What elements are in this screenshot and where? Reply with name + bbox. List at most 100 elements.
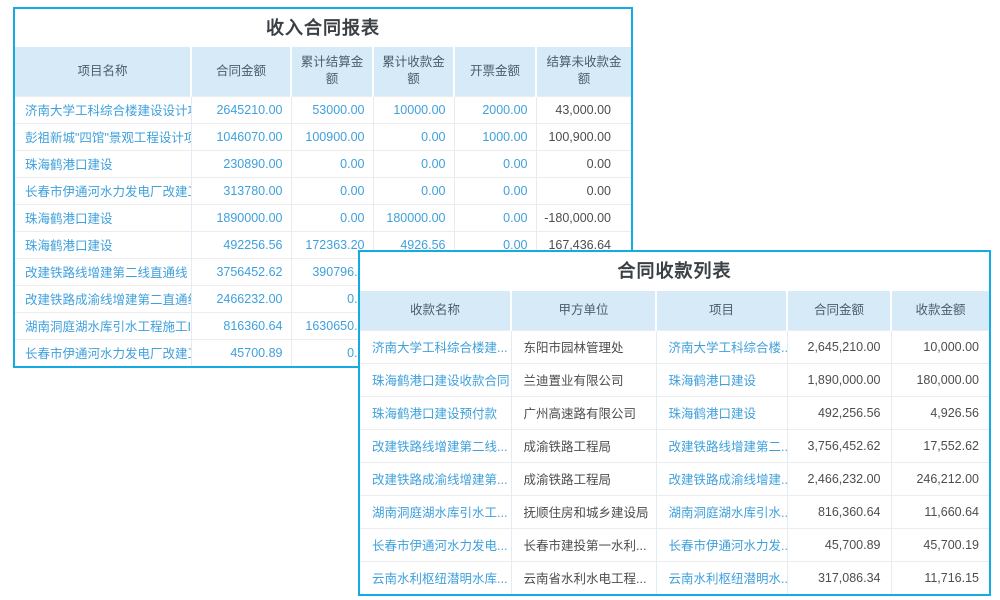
project-link[interactable]: 珠海鹤港口建设 [656, 363, 787, 396]
contract-receipt-list-card: 合同收款列表 收款名称甲方单位项目合同金额收款金额 济南大学工科综合楼建...东… [358, 250, 991, 596]
receipt-name-link[interactable]: 改建铁路成渝线增建第... [360, 462, 511, 495]
settled-amount-cell[interactable]: 0.00 [291, 150, 373, 177]
unreceived-amount-cell: 0.00 [536, 177, 631, 204]
project-name-link[interactable]: 湖南洞庭湖水库引水工程施工I标 [15, 312, 191, 339]
project-link[interactable]: 改建铁路线增建第二... [656, 429, 787, 462]
invoiced-amount-cell[interactable]: 0.00 [454, 150, 536, 177]
project-name-link[interactable]: 改建铁路成渝线增建第二直通线 [15, 285, 191, 312]
contract-amount-cell: 45,700.89 [787, 528, 891, 561]
table-row: 珠海鹤港口建设230890.000.000.000.000.00 [15, 150, 631, 177]
invoiced-amount-cell[interactable]: 0.00 [454, 177, 536, 204]
unreceived-amount-cell: -180,000.00 [536, 204, 631, 231]
receipt-name-link[interactable]: 改建铁路线增建第二线... [360, 429, 511, 462]
receipt-name-link[interactable]: 珠海鹤港口建设预付款 [360, 396, 511, 429]
project-name-link[interactable]: 珠海鹤港口建设 [15, 204, 191, 231]
receipt-amount-cell: 4,926.56 [891, 396, 989, 429]
project-link[interactable]: 湖南洞庭湖水库引水... [656, 495, 787, 528]
table-row: 珠海鹤港口建设1890000.000.00180000.000.00-180,0… [15, 204, 631, 231]
column-header: 累计收款金额 [373, 47, 454, 96]
column-header: 收款名称 [360, 291, 511, 330]
table-title: 合同收款列表 [360, 252, 989, 291]
unreceived-amount-cell: 0.00 [536, 150, 631, 177]
project-name-link[interactable]: 改建铁路线增建第二线直通线 [15, 258, 191, 285]
table-row: 改建铁路成渝线增建第...成渝铁路工程局改建铁路成渝线增建...2,466,23… [360, 462, 989, 495]
contract-amount-cell[interactable]: 1890000.00 [191, 204, 291, 231]
table-row: 珠海鹤港口建设收款合同兰迪置业有限公司珠海鹤港口建设1,890,000.0018… [360, 363, 989, 396]
column-header: 甲方单位 [511, 291, 656, 330]
party-a-unit-cell: 成渝铁路工程局 [511, 429, 656, 462]
settled-amount-cell[interactable]: 100900.00 [291, 123, 373, 150]
project-link[interactable]: 济南大学工科综合楼... [656, 330, 787, 363]
contract-amount-cell: 1,890,000.00 [787, 363, 891, 396]
invoiced-amount-cell[interactable]: 2000.00 [454, 96, 536, 123]
contract-amount-cell[interactable]: 1046070.00 [191, 123, 291, 150]
contract-amount-cell[interactable]: 2645210.00 [191, 96, 291, 123]
receipt-amount-cell: 17,552.62 [891, 429, 989, 462]
contract-amount-cell: 2,645,210.00 [787, 330, 891, 363]
column-header: 合同金额 [787, 291, 891, 330]
contract-amount-cell: 492,256.56 [787, 396, 891, 429]
project-name-link[interactable]: 济南大学工科综合楼建设设计项目 [15, 96, 191, 123]
project-link[interactable]: 改建铁路成渝线增建... [656, 462, 787, 495]
table-row: 改建铁路线增建第二线...成渝铁路工程局改建铁路线增建第二...3,756,45… [360, 429, 989, 462]
received-amount-cell[interactable]: 0.00 [373, 123, 454, 150]
table-row: 长春市伊通河水力发电...长春市建投第一水利...长春市伊通河水力发...45,… [360, 528, 989, 561]
project-name-link[interactable]: 彭祖新城"四馆"景观工程设计项目 [15, 123, 191, 150]
column-header: 合同金额 [191, 47, 291, 96]
contract-amount-cell: 2,466,232.00 [787, 462, 891, 495]
receipt-name-link[interactable]: 湖南洞庭湖水库引水工... [360, 495, 511, 528]
table-row: 珠海鹤港口建设预付款广州高速路有限公司珠海鹤港口建设492,256.564,92… [360, 396, 989, 429]
project-link[interactable]: 珠海鹤港口建设 [656, 396, 787, 429]
invoiced-amount-cell[interactable]: 1000.00 [454, 123, 536, 150]
received-amount-cell[interactable]: 0.00 [373, 150, 454, 177]
contract-amount-cell[interactable]: 230890.00 [191, 150, 291, 177]
table-row: 湖南洞庭湖水库引水工...抚顺住房和城乡建设局湖南洞庭湖水库引水...816,3… [360, 495, 989, 528]
column-header: 累计结算金额 [291, 47, 373, 96]
receipt-name-link[interactable]: 云南水利枢纽潜明水库... [360, 561, 511, 594]
contract-amount-cell[interactable]: 492256.56 [191, 231, 291, 258]
party-a-unit-cell: 东阳市园林管理处 [511, 330, 656, 363]
column-header: 结算未收款金额 [536, 47, 631, 96]
project-name-link[interactable]: 长春市伊通河水力发电厂改建工程 [15, 177, 191, 204]
table-row: 济南大学工科综合楼建...东阳市园林管理处济南大学工科综合楼...2,645,2… [360, 330, 989, 363]
contract-amount-cell[interactable]: 3756452.62 [191, 258, 291, 285]
settled-amount-cell[interactable]: 0.00 [291, 204, 373, 231]
project-name-link[interactable]: 珠海鹤港口建设 [15, 150, 191, 177]
unreceived-amount-cell: 100,900.00 [536, 123, 631, 150]
receipt-name-link[interactable]: 长春市伊通河水力发电... [360, 528, 511, 561]
table-header-row: 收款名称甲方单位项目合同金额收款金额 [360, 291, 989, 330]
invoiced-amount-cell[interactable]: 0.00 [454, 204, 536, 231]
unreceived-amount-cell: 43,000.00 [536, 96, 631, 123]
project-name-link[interactable]: 珠海鹤港口建设 [15, 231, 191, 258]
receipt-name-link[interactable]: 珠海鹤港口建设收款合同 [360, 363, 511, 396]
received-amount-cell[interactable]: 180000.00 [373, 204, 454, 231]
receipt-name-link[interactable]: 济南大学工科综合楼建... [360, 330, 511, 363]
receipt-amount-cell: 45,700.19 [891, 528, 989, 561]
party-a-unit-cell: 云南省水利水电工程... [511, 561, 656, 594]
receipt-amount-cell: 246,212.00 [891, 462, 989, 495]
party-a-unit-cell: 抚顺住房和城乡建设局 [511, 495, 656, 528]
table-header-row: 项目名称合同金额累计结算金额累计收款金额开票金额结算未收款金额 [15, 47, 631, 96]
settled-amount-cell[interactable]: 0.00 [291, 177, 373, 204]
contract-amount-cell[interactable]: 2466232.00 [191, 285, 291, 312]
table-row: 长春市伊通河水力发电厂改建工程313780.000.000.000.000.00 [15, 177, 631, 204]
project-name-link[interactable]: 长春市伊通河水力发电厂改建工程 [15, 339, 191, 366]
contract-amount-cell[interactable]: 816360.64 [191, 312, 291, 339]
party-a-unit-cell: 广州高速路有限公司 [511, 396, 656, 429]
receipt-amount-cell: 11,716.15 [891, 561, 989, 594]
received-amount-cell[interactable]: 10000.00 [373, 96, 454, 123]
settled-amount-cell[interactable]: 53000.00 [291, 96, 373, 123]
project-link[interactable]: 长春市伊通河水力发... [656, 528, 787, 561]
column-header: 开票金额 [454, 47, 536, 96]
party-a-unit-cell: 兰迪置业有限公司 [511, 363, 656, 396]
contract-amount-cell[interactable]: 313780.00 [191, 177, 291, 204]
contract-amount-cell[interactable]: 45700.89 [191, 339, 291, 366]
party-a-unit-cell: 成渝铁路工程局 [511, 462, 656, 495]
received-amount-cell[interactable]: 0.00 [373, 177, 454, 204]
receipt-list-table: 收款名称甲方单位项目合同金额收款金额 济南大学工科综合楼建...东阳市园林管理处… [360, 291, 989, 594]
project-link[interactable]: 云南水利枢纽潜明水... [656, 561, 787, 594]
table-row: 云南水利枢纽潜明水库...云南省水利水电工程...云南水利枢纽潜明水...317… [360, 561, 989, 594]
table-row: 济南大学工科综合楼建设设计项目2645210.0053000.0010000.0… [15, 96, 631, 123]
receipt-amount-cell: 11,660.64 [891, 495, 989, 528]
party-a-unit-cell: 长春市建投第一水利... [511, 528, 656, 561]
